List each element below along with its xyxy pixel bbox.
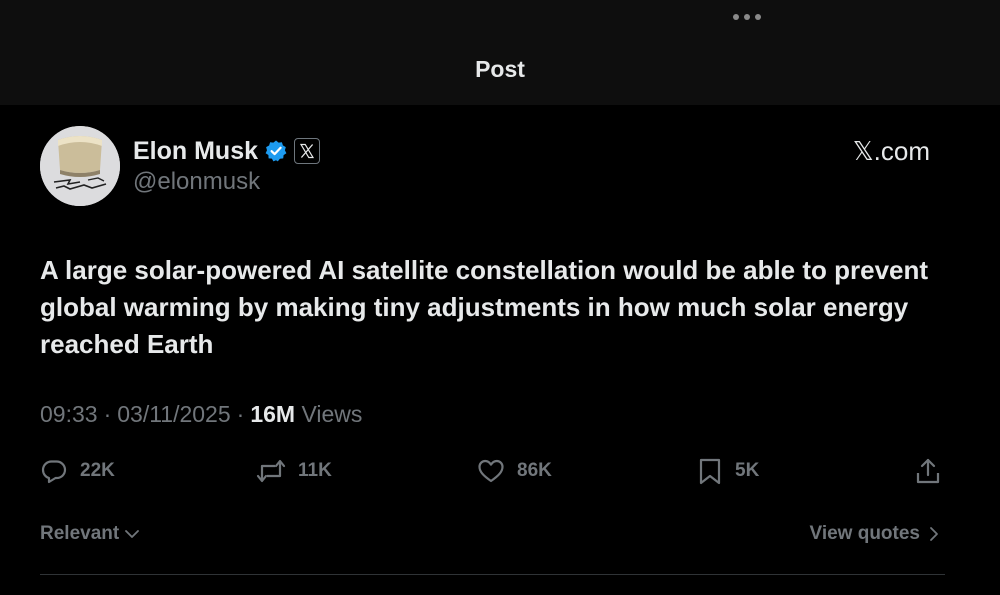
avatar[interactable] bbox=[40, 126, 120, 206]
bookmark-count: 5K bbox=[735, 460, 760, 481]
sort-label: Relevant bbox=[40, 523, 120, 544]
reply-count: 22K bbox=[80, 460, 115, 481]
reply-icon bbox=[41, 460, 67, 484]
author-handle[interactable]: @elonmusk bbox=[133, 168, 260, 196]
meta-separator: · bbox=[103, 401, 112, 427]
more-options-button[interactable] bbox=[733, 10, 767, 24]
post-time[interactable]: 09:33 bbox=[40, 401, 98, 428]
more-dot-icon bbox=[755, 14, 761, 20]
affiliation-badge-icon[interactable] bbox=[294, 138, 321, 164]
reply-button[interactable]: 22K bbox=[40, 456, 115, 486]
post-date[interactable]: 03/11/2025 bbox=[117, 401, 230, 428]
like-button[interactable]: 86K bbox=[477, 456, 552, 486]
views-wrapper[interactable]: 16M Views bbox=[250, 401, 362, 428]
share-icon bbox=[916, 458, 940, 484]
chevron-down-icon bbox=[125, 530, 140, 538]
repost-icon bbox=[256, 459, 286, 483]
heart-icon bbox=[478, 459, 504, 483]
view-quotes-label: View quotes bbox=[809, 523, 920, 544]
post-metadata: 09:33 · 03/11/2025 · 16M Views bbox=[40, 401, 362, 428]
page-title: Post bbox=[475, 56, 525, 82]
divider bbox=[40, 574, 945, 575]
repost-count: 11K bbox=[298, 460, 332, 481]
author-name[interactable]: Elon Musk bbox=[133, 137, 258, 166]
author-name-row: Elon Musk bbox=[133, 135, 321, 167]
meta-separator: · bbox=[236, 401, 245, 427]
share-button[interactable] bbox=[914, 456, 942, 486]
like-count: 86K bbox=[517, 460, 552, 481]
more-dot-icon bbox=[744, 14, 750, 20]
bookmark-icon bbox=[699, 458, 721, 485]
views-label: Views bbox=[301, 401, 363, 427]
bookmark-button[interactable]: 5K bbox=[697, 456, 759, 486]
verified-badge-icon bbox=[264, 139, 288, 163]
affiliation-link[interactable]: 𝕏.com bbox=[853, 136, 930, 167]
view-quotes-link[interactable]: View quotes bbox=[809, 523, 940, 545]
chevron-right-icon bbox=[930, 527, 938, 541]
avatar-image bbox=[40, 126, 120, 206]
views-count: 16M bbox=[250, 401, 296, 427]
sort-replies-dropdown[interactable]: Relevant bbox=[40, 523, 141, 545]
repost-button[interactable]: 11K bbox=[256, 456, 332, 486]
top-bar: Post bbox=[0, 0, 1000, 105]
post-text: A large solar-powered AI satellite const… bbox=[40, 255, 929, 359]
more-dot-icon bbox=[733, 14, 739, 20]
